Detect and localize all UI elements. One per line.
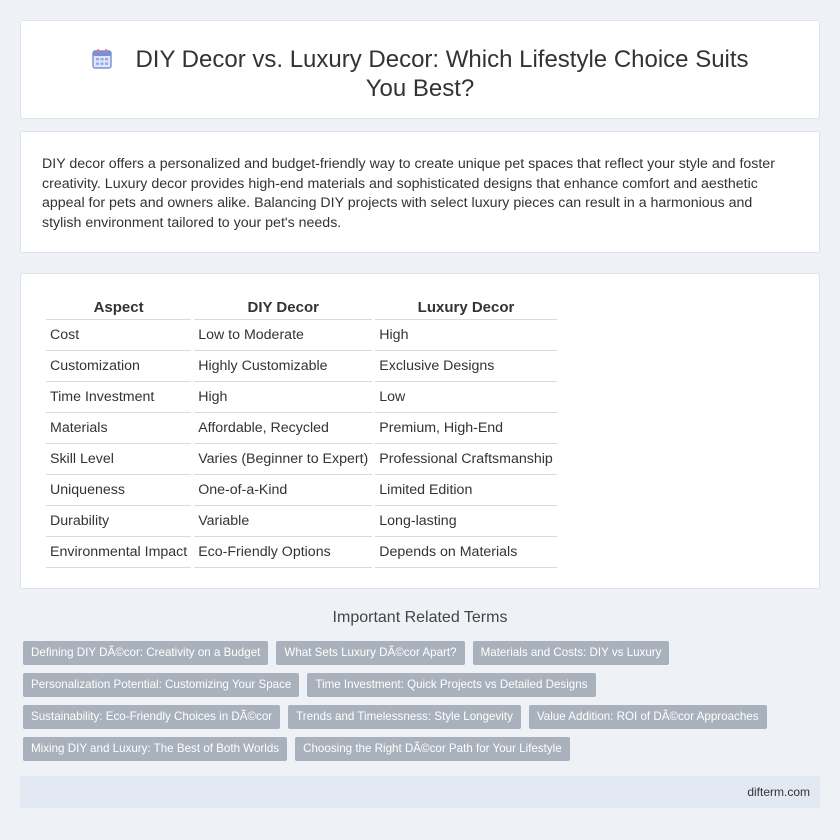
table-row: Durability Variable Long-lasting xyxy=(46,506,557,537)
title-card: DIY Decor vs. Luxury Decor: Which Lifest… xyxy=(20,20,820,119)
table-cell: Premium, High-End xyxy=(375,413,557,444)
related-term-tag[interactable]: What Sets Luxury DÃ©cor Apart? xyxy=(276,641,465,665)
related-term-tag[interactable]: Defining DIY DÃ©cor: Creativity on a Bud… xyxy=(23,641,269,665)
table-cell: Cost xyxy=(46,320,192,351)
table-cell: Materials xyxy=(46,413,192,444)
table-row: Customization Highly Customizable Exclus… xyxy=(46,351,557,382)
table-cell: Professional Craftsmanship xyxy=(375,444,557,475)
table-cell: Time Investment xyxy=(46,382,192,413)
table-cell: Low to Moderate xyxy=(194,320,373,351)
table-row: Cost Low to Moderate High xyxy=(46,320,557,351)
table-cell: Affordable, Recycled xyxy=(194,413,373,444)
related-term-tag[interactable]: Value Addition: ROI of DÃ©cor Approaches xyxy=(528,705,767,729)
footer-site-link[interactable]: difterm.com xyxy=(747,785,810,799)
table-cell: Environmental Impact xyxy=(46,537,192,568)
table-cell: Long-lasting xyxy=(375,506,557,537)
table-row: Environmental Impact Eco-Friendly Option… xyxy=(46,537,557,568)
table-row: Time Investment High Low xyxy=(46,382,557,413)
column-header-luxury: Luxury Decor xyxy=(375,296,557,320)
table-cell: Variable xyxy=(194,506,373,537)
table-cell: Uniqueness xyxy=(46,475,192,506)
column-header-diy: DIY Decor xyxy=(194,296,373,320)
comparison-table: Aspect DIY Decor Luxury Decor Cost Low t… xyxy=(43,296,560,568)
related-term-tag[interactable]: Choosing the Right DÃ©cor Path for Your … xyxy=(295,737,570,761)
table-cell: High xyxy=(375,320,557,351)
table-cell: Low xyxy=(375,382,557,413)
related-term-tag[interactable]: Personalization Potential: Customizing Y… xyxy=(23,673,300,697)
calendar-icon xyxy=(91,48,113,70)
table-cell: Eco-Friendly Options xyxy=(194,537,373,568)
table-cell: One-of-a-Kind xyxy=(194,475,373,506)
table-row: Skill Level Varies (Beginner to Expert) … xyxy=(46,444,557,475)
table-cell: Limited Edition xyxy=(375,475,557,506)
page-title-row: DIY Decor vs. Luxury Decor: Which Lifest… xyxy=(21,45,819,103)
table-cell: Exclusive Designs xyxy=(375,351,557,382)
table-cell: Skill Level xyxy=(46,444,192,475)
table-header-row: Aspect DIY Decor Luxury Decor xyxy=(46,296,557,320)
page-title: DIY Decor vs. Luxury Decor: Which Lifest… xyxy=(135,46,749,102)
intro-paragraph: DIY decor offers a personalized and budg… xyxy=(42,156,775,231)
related-term-tag[interactable]: Sustainability: Eco-Friendly Choices in … xyxy=(23,705,281,729)
related-term-tag[interactable]: Materials and Costs: DIY vs Luxury xyxy=(472,641,670,665)
related-term-tag[interactable]: Trends and Timelessness: Style Longevity xyxy=(288,705,521,729)
table-row: Uniqueness One-of-a-Kind Limited Edition xyxy=(46,475,557,506)
table-cell: High xyxy=(194,382,373,413)
related-terms-list: Defining DIY DÃ©cor: Creativity on a Bud… xyxy=(23,641,820,761)
column-header-aspect: Aspect xyxy=(46,296,192,320)
table-cell: Varies (Beginner to Expert) xyxy=(194,444,373,475)
related-term-tag[interactable]: Mixing DIY and Luxury: The Best of Both … xyxy=(23,737,288,761)
related-term-tag[interactable]: Time Investment: Quick Projects vs Detai… xyxy=(307,673,596,697)
intro-card: DIY decor offers a personalized and budg… xyxy=(20,131,820,253)
table-cell: Customization xyxy=(46,351,192,382)
table-cell: Highly Customizable xyxy=(194,351,373,382)
related-terms-heading: Important Related Terms xyxy=(332,609,508,626)
table-cell: Depends on Materials xyxy=(375,537,557,568)
footer-bar: difterm.com xyxy=(20,776,820,808)
table-cell: Durability xyxy=(46,506,192,537)
comparison-card: Aspect DIY Decor Luxury Decor Cost Low t… xyxy=(20,273,820,589)
table-row: Materials Affordable, Recycled Premium, … xyxy=(46,413,557,444)
